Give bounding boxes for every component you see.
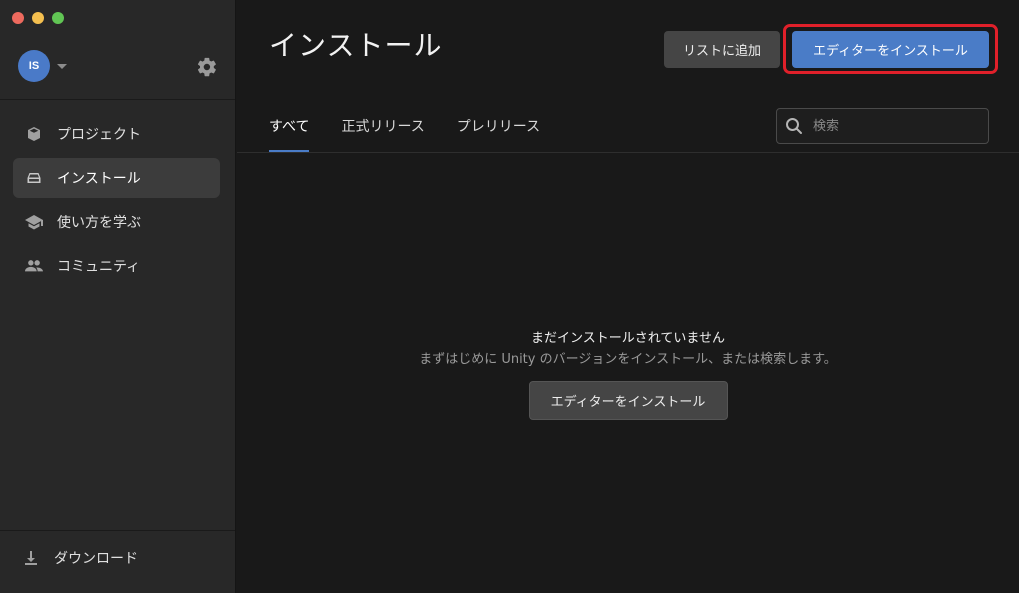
empty-install-editor-button[interactable]: エディターをインストール xyxy=(528,381,728,420)
search-box[interactable] xyxy=(776,108,989,144)
sidebar-item-projects[interactable]: プロジェクト xyxy=(13,114,220,154)
tabs-divider xyxy=(237,152,1019,153)
sidebar-item-label: 使い方を学ぶ xyxy=(57,215,141,231)
search-icon xyxy=(785,117,803,135)
minimize-window-button[interactable] xyxy=(32,12,44,24)
gear-icon[interactable] xyxy=(196,56,218,78)
graduation-cap-icon xyxy=(25,213,43,231)
tab-all[interactable]: すべて xyxy=(269,108,310,152)
empty-state: まだインストールされていません まずはじめに Unity のバージョンをインスト… xyxy=(237,330,1019,420)
tab-pre-releases[interactable]: プレリリース xyxy=(457,108,540,144)
avatar: IS xyxy=(18,50,50,82)
sidebar-divider xyxy=(0,99,235,100)
sidebar-item-downloads[interactable]: ダウンロード xyxy=(22,548,138,568)
search-input[interactable] xyxy=(811,117,985,135)
cube-icon xyxy=(25,125,43,143)
chevron-down-icon xyxy=(57,63,67,69)
sidebar: IS プロジェクト インストール 使い方を学ぶ コミュニティ ダウンロード xyxy=(0,0,236,593)
maximize-window-button[interactable] xyxy=(52,12,64,24)
sidebar-item-label: プロジェクト xyxy=(57,127,141,143)
download-icon xyxy=(22,549,40,567)
account-menu[interactable]: IS xyxy=(18,50,67,82)
close-window-button[interactable] xyxy=(12,12,24,24)
sidebar-item-label: コミュニティ xyxy=(57,259,141,275)
sidebar-item-learn[interactable]: 使い方を学ぶ xyxy=(13,202,220,242)
main-panel: インストール リストに追加 エディターをインストール すべて 正式リリース プレ… xyxy=(237,0,1019,593)
window-controls xyxy=(12,12,64,24)
tab-official-releases[interactable]: 正式リリース xyxy=(341,108,424,144)
empty-state-subtitle: まずはじめに Unity のバージョンをインストール、または検索します。 xyxy=(419,352,837,367)
sidebar-item-installs[interactable]: インストール xyxy=(13,158,220,198)
release-tabs: すべて 正式リリース プレリリース xyxy=(269,108,572,152)
empty-state-title: まだインストールされていません xyxy=(531,331,725,346)
sidebar-item-community[interactable]: コミュニティ xyxy=(13,246,220,286)
people-icon xyxy=(25,257,43,275)
sidebar-divider xyxy=(0,530,235,531)
sidebar-nav: プロジェクト インストール 使い方を学ぶ コミュニティ xyxy=(13,114,220,290)
unity-hub-window: IS プロジェクト インストール 使い方を学ぶ コミュニティ ダウンロード イン… xyxy=(0,0,1019,593)
install-editor-button[interactable]: エディターをインストール xyxy=(792,31,989,68)
drive-icon xyxy=(25,169,43,187)
add-to-list-button[interactable]: リストに追加 xyxy=(664,31,780,68)
page-title: インストール xyxy=(269,29,443,62)
sidebar-item-label: インストール xyxy=(57,171,141,187)
downloads-label: ダウンロード xyxy=(54,551,138,567)
